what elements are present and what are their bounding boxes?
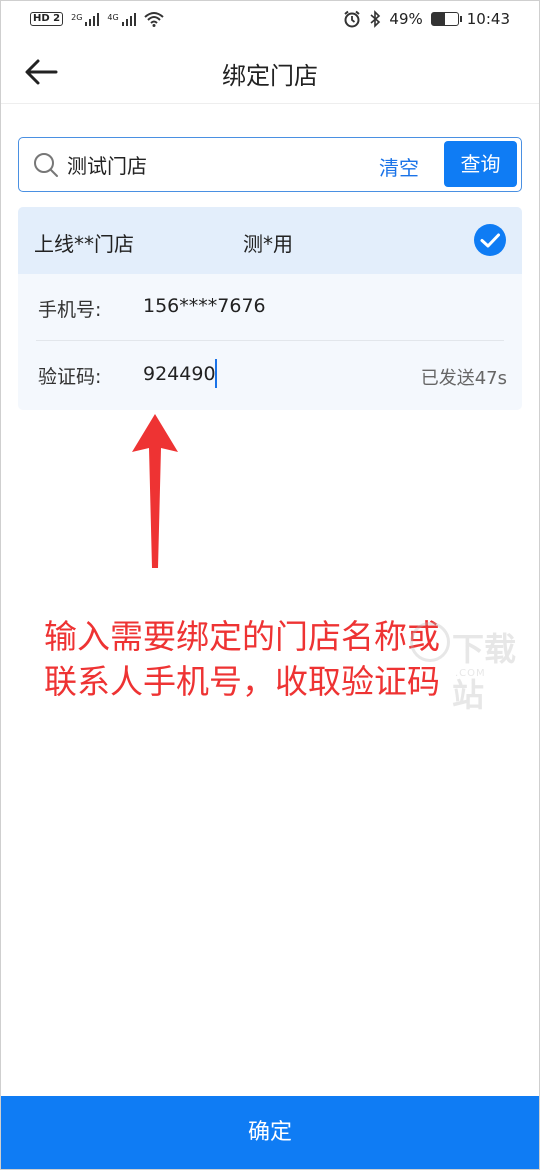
code-sent-status: 已发送47s [420,368,507,389]
text-caret [215,359,217,388]
status-right: 49% 10:43 [343,10,510,28]
check-circle-icon[interactable] [473,223,507,257]
store-card: 上线**门店 测*用 手机号: 156****7676 验证码: 已发送47s [18,207,522,410]
store-name: 上线**门店 [34,232,134,256]
bluetooth-icon [370,10,381,28]
alarm-icon [344,10,361,28]
watermark-logo-icon [410,622,450,662]
verification-code-input[interactable] [143,358,343,390]
watermark-sub: .COM [455,668,486,679]
store-item[interactable]: 上线**门店 测*用 [18,207,522,274]
wifi-icon [144,12,164,27]
battery-fill [431,13,445,25]
code-label: 验证码: [38,366,102,388]
phone-label: 手机号: [38,299,102,321]
page-title: 绑定门店 [222,62,318,90]
network-type-1: 2G [71,12,83,22]
search-icon [34,153,58,177]
code-row: 验证码: 已发送47s [36,342,507,408]
query-button[interactable]: 查询 [444,141,517,187]
nav-bar: 绑定门店 [0,38,540,104]
phone-value: 156****7676 [143,295,266,317]
battery-percent: 49% [389,10,423,28]
search-input[interactable] [67,148,367,180]
store-contact: 测*用 [243,232,293,256]
phone-row: 手机号: 156****7676 [36,275,504,341]
search-box: 清空 查询 [18,137,522,192]
clock: 10:43 [466,10,510,28]
battery-icon [430,12,462,26]
status-bar: HD 2 2G 4G 49% 10:43 [0,0,540,38]
status-left: HD 2 2G 4G [30,11,164,27]
clear-button[interactable]: 清空 [379,152,419,181]
network-type-2: 4G [107,12,119,22]
hd-badge: HD 2 [30,12,64,26]
watermark: 下载站 .COM [410,622,525,714]
signal-icon-1: 2G [71,12,100,26]
annotation-arrow-icon [132,414,178,568]
signal-icon-2: 4G [107,12,136,26]
confirm-button[interactable]: 确定 [0,1096,540,1170]
